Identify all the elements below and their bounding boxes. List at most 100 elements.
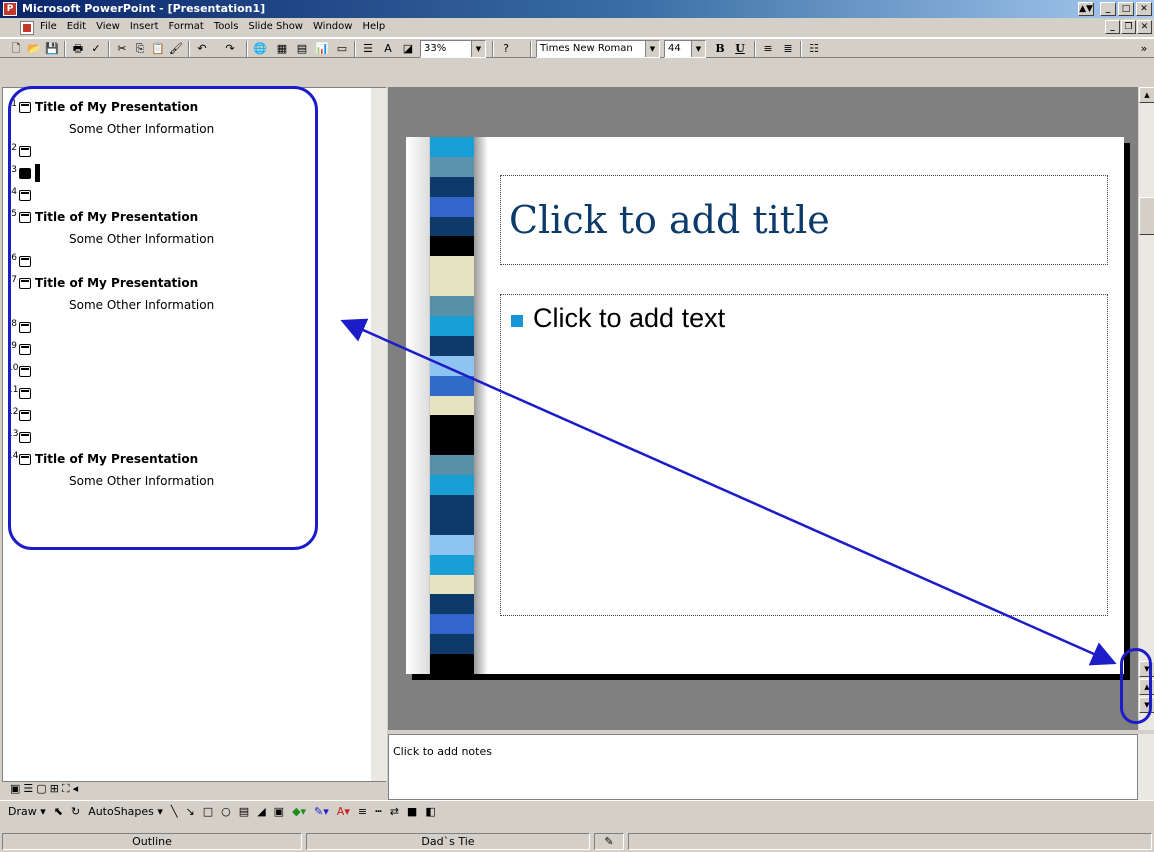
clipart-icon[interactable]: ▣ bbox=[274, 805, 284, 818]
menu-edit[interactable]: Edit bbox=[67, 21, 86, 32]
standard-toolbar: 🗋 📂 💾 🖶 ✓ ✂ ⎘ 📋 🖌 ↶ ↷ 🌐 ▦ ▤ 📊 ▭ ☰ A ◪ 33… bbox=[0, 38, 1154, 58]
align-left-icon[interactable]: ≡ bbox=[760, 41, 776, 57]
select-objects-icon[interactable]: ⬉ bbox=[54, 805, 63, 818]
stripe-segment bbox=[430, 236, 474, 257]
wordart-icon[interactable]: ◢ bbox=[257, 805, 265, 818]
minimize-button[interactable]: _ bbox=[1100, 2, 1116, 16]
stripe-segment bbox=[430, 475, 474, 496]
outline-scrollbar[interactable] bbox=[371, 88, 387, 781]
copy-icon[interactable]: ⎘ bbox=[132, 41, 148, 57]
window-title: Microsoft PowerPoint - [Presentation1] bbox=[22, 2, 266, 15]
stripe-segment bbox=[430, 196, 474, 217]
insert-table-icon[interactable]: ▤ bbox=[294, 41, 310, 57]
tables-borders-icon[interactable]: ▦ bbox=[274, 41, 290, 57]
3d-icon[interactable]: ◧ bbox=[425, 805, 435, 818]
format-painter-icon[interactable]: 🖌 bbox=[168, 41, 184, 57]
toolbar-options-icon[interactable]: » bbox=[1136, 41, 1152, 57]
slide-sorter-icon[interactable]: ⊞ bbox=[50, 782, 59, 798]
menu-view[interactable]: View bbox=[96, 21, 120, 32]
font-size-combo[interactable]: 44 ▼ bbox=[664, 40, 706, 58]
expand-all-icon[interactable]: ☰ bbox=[360, 41, 376, 57]
scroll-up-icon[interactable]: ▲ bbox=[1139, 87, 1154, 103]
status-design: Dad`s Tie bbox=[306, 833, 590, 850]
tie-stripe-graphic bbox=[430, 137, 474, 675]
insert-chart-icon[interactable]: 📊 bbox=[314, 41, 330, 57]
doc-restore-button[interactable]: ❐ bbox=[1121, 20, 1136, 34]
show-formatting-icon[interactable]: A bbox=[380, 41, 396, 57]
shadow-icon[interactable]: ■ bbox=[407, 805, 417, 818]
autoshapes-menu-button[interactable]: AutoShapes ▾ bbox=[88, 805, 163, 818]
doc-close-button[interactable]: ✕ bbox=[1137, 20, 1152, 34]
stripe-segment bbox=[430, 534, 474, 555]
rectangle-icon[interactable]: □ bbox=[203, 805, 213, 818]
maximize-button[interactable]: □ bbox=[1118, 2, 1134, 16]
title-placeholder[interactable]: Click to add title bbox=[500, 175, 1108, 265]
paste-icon[interactable]: 📋 bbox=[150, 41, 166, 57]
slide-pane[interactable]: Click to add title Click to add text bbox=[388, 87, 1138, 730]
spelling-icon[interactable]: ✓ bbox=[88, 41, 104, 57]
body-placeholder[interactable]: Click to add text bbox=[500, 294, 1108, 616]
hyperlink-icon[interactable]: 🌐 bbox=[252, 41, 268, 57]
slide-scrollbar[interactable]: ▲ ▼ ▲ ▼ bbox=[1138, 87, 1154, 730]
redo-icon[interactable]: ↷ bbox=[222, 41, 238, 57]
help-icon[interactable]: ? bbox=[498, 41, 514, 57]
notes-scrollbar[interactable] bbox=[1138, 734, 1154, 800]
center-icon[interactable]: ≣ bbox=[780, 41, 796, 57]
powerpoint-icon[interactable]: P bbox=[3, 2, 17, 16]
print-icon[interactable]: 🖶 bbox=[70, 41, 86, 57]
outline-callout-box bbox=[8, 86, 318, 550]
undo-icon[interactable]: ↶ bbox=[194, 41, 210, 57]
zoom-dropdown-icon[interactable]: ▼ bbox=[471, 41, 485, 57]
menu-format[interactable]: Format bbox=[169, 21, 204, 32]
font-color-icon[interactable]: A▾ bbox=[337, 805, 350, 818]
close-button[interactable]: ✕ bbox=[1136, 2, 1152, 16]
arrow-style-icon[interactable]: ⇄ bbox=[390, 805, 399, 818]
menu-tools[interactable]: Tools bbox=[214, 21, 239, 32]
restore-layout-button[interactable]: ▲▼ bbox=[1078, 2, 1094, 16]
stripe-segment bbox=[430, 375, 474, 396]
bullets-icon[interactable]: ☷ bbox=[806, 41, 822, 57]
slide-view-icon[interactable]: ▢ bbox=[36, 782, 46, 798]
line-style-icon[interactable]: ≡ bbox=[358, 805, 367, 818]
outline-view-icon[interactable]: ☰ bbox=[23, 782, 33, 798]
stripe-segment bbox=[430, 415, 474, 436]
scroll-thumb[interactable] bbox=[1139, 197, 1154, 235]
slide-canvas[interactable]: Click to add title Click to add text bbox=[406, 137, 1124, 675]
dash-style-icon[interactable]: ┅ bbox=[375, 805, 382, 818]
menu-insert[interactable]: Insert bbox=[130, 21, 159, 32]
font-combo[interactable]: Times New Roman ▼ bbox=[536, 40, 660, 58]
menu-slide-show[interactable]: Slide Show bbox=[248, 21, 303, 32]
fill-color-icon[interactable]: ◆▾ bbox=[292, 805, 306, 818]
arrow-icon[interactable]: ↘ bbox=[186, 805, 195, 818]
stripe-segment bbox=[430, 435, 474, 456]
zoom-combo[interactable]: 33% ▼ bbox=[420, 40, 486, 58]
scroll-left-icon[interactable]: ◂ bbox=[73, 782, 79, 798]
open-icon[interactable]: 📂 bbox=[26, 41, 42, 57]
doc-minimize-button[interactable]: _ bbox=[1105, 20, 1120, 34]
menu-file[interactable]: File bbox=[40, 21, 57, 32]
font-size-dropdown-icon[interactable]: ▼ bbox=[691, 41, 705, 57]
menu-help[interactable]: Help bbox=[362, 21, 385, 32]
underline-button[interactable]: U bbox=[732, 41, 748, 57]
free-rotate-icon[interactable]: ↻ bbox=[71, 805, 80, 818]
normal-view-icon[interactable]: ▣ bbox=[10, 782, 20, 798]
text-box-icon[interactable]: ▤ bbox=[239, 805, 249, 818]
save-icon[interactable]: 💾 bbox=[44, 41, 60, 57]
oval-icon[interactable]: ○ bbox=[221, 805, 231, 818]
new-icon[interactable]: 🗋 bbox=[8, 41, 24, 57]
draw-menu-button[interactable]: Draw ▾ bbox=[8, 805, 46, 818]
line-color-icon[interactable]: ✎▾ bbox=[314, 805, 329, 818]
stripe-segment bbox=[430, 654, 474, 675]
bold-button[interactable]: B bbox=[712, 41, 728, 57]
notes-pane[interactable]: Click to add notes bbox=[388, 734, 1138, 800]
menu-window[interactable]: Window bbox=[313, 21, 352, 32]
document-icon[interactable] bbox=[20, 21, 34, 35]
slide-show-icon[interactable]: ⛶ bbox=[62, 782, 70, 798]
line-icon[interactable]: ╲ bbox=[171, 805, 178, 818]
grayscale-icon[interactable]: ◪ bbox=[400, 41, 416, 57]
new-slide-icon[interactable]: ▭ bbox=[334, 41, 350, 57]
stripe-segment bbox=[430, 276, 474, 297]
stripe-segment bbox=[430, 216, 474, 237]
cut-icon[interactable]: ✂ bbox=[114, 41, 130, 57]
font-dropdown-icon[interactable]: ▼ bbox=[645, 41, 659, 57]
